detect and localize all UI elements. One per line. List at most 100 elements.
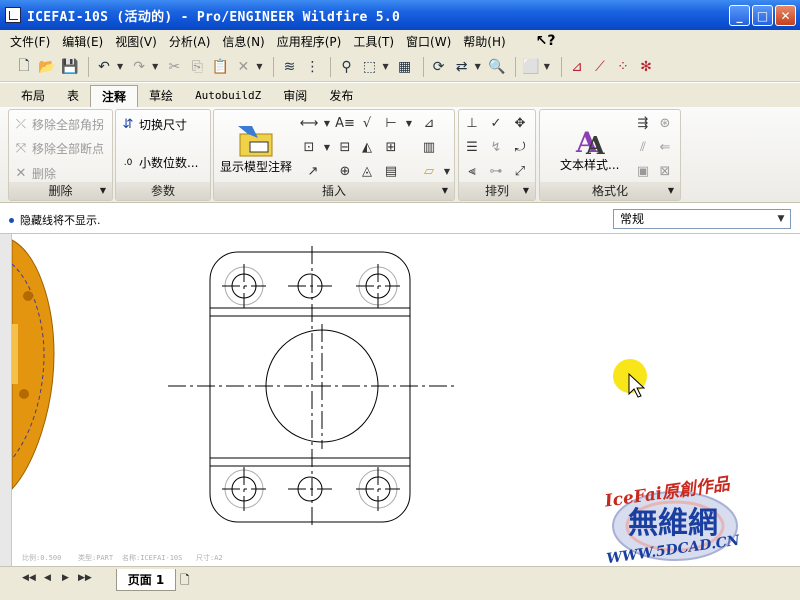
save-icon[interactable]: 💾 xyxy=(60,57,80,77)
menu-file[interactable]: 文件(F) xyxy=(10,33,58,50)
prev-page-icon[interactable]: ◀ xyxy=(44,573,51,583)
menu-tools[interactable]: 工具(T) xyxy=(353,33,402,50)
table-symbol-icon[interactable]: ▤ xyxy=(382,162,400,180)
datum-axis-icon[interactable]: ⟋ xyxy=(590,57,610,77)
model-tree-icon[interactable]: ⋮ xyxy=(302,57,322,77)
canvas-left-scroll-strip[interactable] xyxy=(0,234,12,566)
page-tab-1[interactable]: 页面 1 xyxy=(116,569,176,591)
dim-dropdown-icon[interactable]: ▼ xyxy=(318,114,336,132)
menu-help[interactable]: 帮助(H) xyxy=(463,33,513,50)
display-style-icon[interactable]: ⬜ xyxy=(521,57,541,77)
toggle-dims-button[interactable]: ⇵ 切换尺寸 xyxy=(120,116,187,133)
font-icon[interactable]: ⊠ xyxy=(656,162,674,180)
menu-analysis[interactable]: 分析(A) xyxy=(169,33,219,50)
select-dropdown-icon[interactable]: ▼ xyxy=(382,62,388,71)
datum-target-icon[interactable]: ⊿ xyxy=(420,114,438,132)
jog-icon[interactable]: ⊶ xyxy=(487,162,505,180)
proe-app-icon[interactable] xyxy=(5,7,21,23)
menu-applications[interactable]: 应用程序(P) xyxy=(277,33,350,50)
copy-format-icon[interactable]: ⇐ xyxy=(656,138,674,156)
open-folder-icon[interactable]: 📂 xyxy=(37,57,57,77)
tab-autobuildz[interactable]: AutobuildZ xyxy=(184,85,272,107)
menu-view[interactable]: 视图(V) xyxy=(115,33,165,50)
surface-finish-icon[interactable]: √ xyxy=(358,114,376,132)
close-button[interactable]: ✕ xyxy=(775,5,796,26)
cleanup-dims-icon[interactable]: ✓ xyxy=(487,114,505,132)
line-style-dropdown-icon[interactable]: ▼ xyxy=(438,162,456,180)
format-group-label[interactable]: 格式化 ▼ xyxy=(540,182,680,200)
move-to-sheet-icon[interactable]: ⤢ xyxy=(511,162,529,180)
last-page-icon[interactable]: ▶▶ xyxy=(78,573,92,583)
cosmetic-icon[interactable]: ⊞ xyxy=(382,138,400,156)
delete-group-label[interactable]: 删除 ▼ xyxy=(9,182,112,200)
color-icon[interactable]: ▣ xyxy=(634,162,652,180)
remove-all-break-button[interactable]: ⤧ 移除全部断点 xyxy=(13,140,104,157)
align-dims-icon[interactable]: ⊥ xyxy=(463,114,481,132)
linear-dim-icon[interactable]: ⟷ xyxy=(300,114,319,132)
redo-icon[interactable]: ↷ xyxy=(129,57,149,77)
select-box-icon[interactable]: ⬚ xyxy=(359,57,379,77)
text-style-button[interactable]: A A 文本样式... xyxy=(560,124,619,173)
tab-annotate[interactable]: 注释 xyxy=(90,85,139,107)
new-file-icon[interactable]: 🗋 xyxy=(14,57,34,77)
balloon-icon[interactable]: ▥ xyxy=(420,138,438,156)
new-page-icon[interactable]: 🗋 xyxy=(180,571,198,587)
tab-sketch[interactable]: 草绘 xyxy=(138,85,184,107)
remove-all-cross-button[interactable]: ⤫ 移除全部角拐 xyxy=(13,116,104,133)
menu-info[interactable]: 信息(N) xyxy=(222,33,272,50)
menu-edit[interactable]: 编辑(E) xyxy=(62,33,111,50)
layers-icon[interactable]: ≋ xyxy=(279,57,299,77)
find-binoculars-icon[interactable]: ⚲ xyxy=(336,57,356,77)
tab-review[interactable]: 审阅 xyxy=(272,85,318,107)
decimal-places-button[interactable]: .0 小数位数... xyxy=(120,154,199,171)
symbol-icon[interactable]: ⊕ xyxy=(336,162,354,180)
copy-icon[interactable]: ⎘ xyxy=(187,57,207,77)
minimize-button[interactable]: _ xyxy=(729,5,750,26)
rotate-icon[interactable]: ⤾ xyxy=(511,138,529,156)
datum-plane-icon[interactable]: ⊿ xyxy=(567,57,587,77)
refresh-icon[interactable]: ⇄ xyxy=(452,57,472,77)
first-page-icon[interactable]: ◀◀ xyxy=(22,573,36,583)
delete-button[interactable]: ✕ 删除 xyxy=(13,165,56,182)
coordinate-system-icon[interactable]: ✻ xyxy=(636,57,656,77)
display-dropdown-icon[interactable]: ▼ xyxy=(544,62,550,71)
align-rows-icon[interactable]: ☰ xyxy=(463,138,481,156)
drawing-tree-icon[interactable]: ▦ xyxy=(395,57,415,77)
selection-filter-select[interactable]: 常规 ▼ xyxy=(613,209,791,229)
tab-publish[interactable]: 发布 xyxy=(318,85,364,107)
move-icon[interactable]: ✥ xyxy=(511,114,529,132)
custom-symbol-icon[interactable]: ◬ xyxy=(358,162,376,180)
tab-table[interactable]: 表 xyxy=(56,85,90,107)
ref-dim-dropdown-icon[interactable]: ▼ xyxy=(400,114,418,132)
ordinate-dropdown-icon[interactable]: ▼ xyxy=(318,138,336,156)
ordinate-dim-icon[interactable]: ⊡ xyxy=(300,138,318,156)
break-icon[interactable]: ⫷ xyxy=(463,162,481,180)
drawing-canvas[interactable]: 比例:0.500 类型:PART 名称:ICEFAI-10S 尺寸:A2 Ice… xyxy=(0,234,800,566)
refresh-dropdown-icon[interactable]: ▼ xyxy=(475,62,481,71)
arrange-group-label[interactable]: 排列 ▼ xyxy=(459,182,535,200)
zoom-icon[interactable]: 🔍 xyxy=(487,57,507,77)
menu-window[interactable]: 窗口(W) xyxy=(406,33,459,50)
delete-x-icon[interactable]: ✕ xyxy=(233,57,253,77)
line-pattern-icon[interactable]: ⫽ xyxy=(634,138,652,156)
show-model-annotations-button[interactable]: 显示模型注释 xyxy=(220,124,292,175)
hatch-icon[interactable]: ⇶ xyxy=(634,114,652,132)
undo-dropdown-icon[interactable]: ▼ xyxy=(117,62,123,71)
maximize-button[interactable]: □ xyxy=(752,5,773,26)
tab-layout[interactable]: 布局 xyxy=(10,85,56,107)
context-help-icon[interactable]: ↖? xyxy=(536,33,556,49)
insert-group-label[interactable]: 插入 ▼ xyxy=(214,182,454,200)
next-page-icon[interactable]: ▶ xyxy=(62,573,69,583)
delete-dropdown-icon[interactable]: ▼ xyxy=(256,62,262,71)
line-style-icon[interactable]: ▱ xyxy=(420,162,438,180)
note-icon[interactable]: A≡ xyxy=(335,114,355,132)
geom-tolerance-icon[interactable]: ⊟ xyxy=(336,138,354,156)
undo-icon[interactable]: ↶ xyxy=(94,57,114,77)
flip-arrows-icon[interactable]: ↯ xyxy=(487,138,505,156)
redo-dropdown-icon[interactable]: ▼ xyxy=(152,62,158,71)
paste-icon[interactable]: 📋 xyxy=(210,57,230,77)
regenerate-icon[interactable]: ⟳ xyxy=(429,57,449,77)
axis-icon[interactable]: ↗ xyxy=(304,162,322,180)
cut-icon[interactable]: ✂ xyxy=(164,57,184,77)
ref-dim-icon[interactable]: ⊢ xyxy=(382,114,400,132)
